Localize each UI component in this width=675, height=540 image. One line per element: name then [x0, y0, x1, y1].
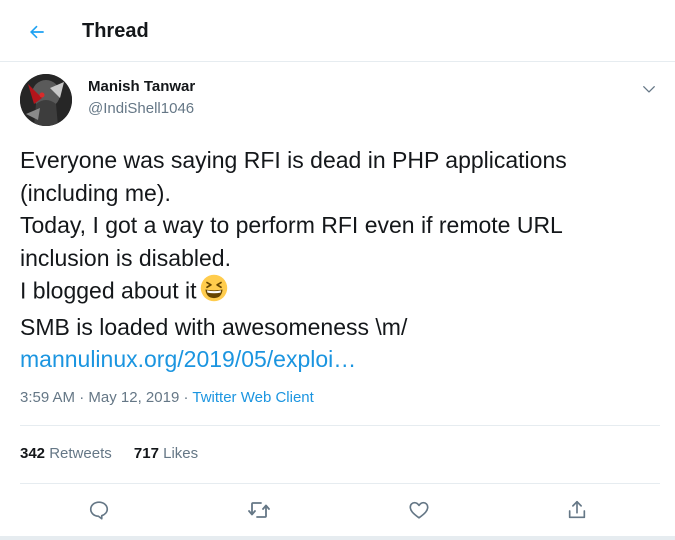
- like-button[interactable]: [400, 491, 438, 529]
- tweet-line: Today, I got a way to perform RFI even i…: [20, 212, 563, 238]
- tweet-meta: 3:59 AM · May 12, 2019 · Twitter Web Cli…: [20, 388, 314, 408]
- more-options-button[interactable]: [634, 74, 664, 104]
- tweet-line-with-emoji: I blogged about it: [20, 274, 660, 311]
- divider: [20, 483, 660, 484]
- divider: [20, 425, 660, 426]
- retweet-icon: [248, 502, 270, 518]
- tweet-date[interactable]: May 12, 2019: [88, 389, 179, 406]
- share-button[interactable]: [558, 491, 596, 529]
- meta-separator: ·: [79, 389, 85, 406]
- author-name[interactable]: Manish Tanwar: [88, 77, 195, 97]
- heart-icon: [409, 501, 429, 519]
- tweet-client[interactable]: Twitter Web Client: [192, 389, 313, 406]
- page-title: Thread: [82, 20, 149, 42]
- meta-separator: ·: [183, 389, 189, 406]
- grinning-squinting-face-emoji: [200, 274, 228, 311]
- tweet-line: I blogged about it: [20, 277, 197, 304]
- tweet-link-line: mannulinux.org/2019/05/exploi…: [20, 343, 660, 376]
- tweet-actions: [0, 432, 675, 520]
- back-button[interactable]: [18, 13, 56, 51]
- avatar[interactable]: [20, 74, 72, 126]
- arrow-left-icon: [30, 25, 44, 39]
- tweet-line: Everyone was saying RFI is dead in PHP a…: [20, 147, 567, 173]
- reply-icon: [89, 501, 109, 520]
- author-handle[interactable]: @IndiShell1046: [88, 99, 194, 119]
- tweet-text: Everyone was saying RFI is dead in PHP a…: [20, 144, 660, 376]
- tweet-line: SMB is loaded with awesomeness \m/: [20, 313, 408, 340]
- avatar-image: [20, 74, 72, 126]
- chevron-down-icon: [643, 86, 655, 93]
- reply-button[interactable]: [80, 491, 118, 529]
- share-icon: [568, 500, 586, 519]
- tweet-link[interactable]: mannulinux.org/2019/05/exploi…: [20, 346, 356, 372]
- tweet-time[interactable]: 3:59 AM: [20, 389, 75, 406]
- tweet-line: inclusion is disabled.: [20, 244, 231, 271]
- bottom-border: [0, 536, 675, 540]
- thread-header: Thread: [0, 0, 675, 62]
- tweet-line: (including me).: [20, 179, 171, 206]
- retweet-button[interactable]: [240, 491, 278, 529]
